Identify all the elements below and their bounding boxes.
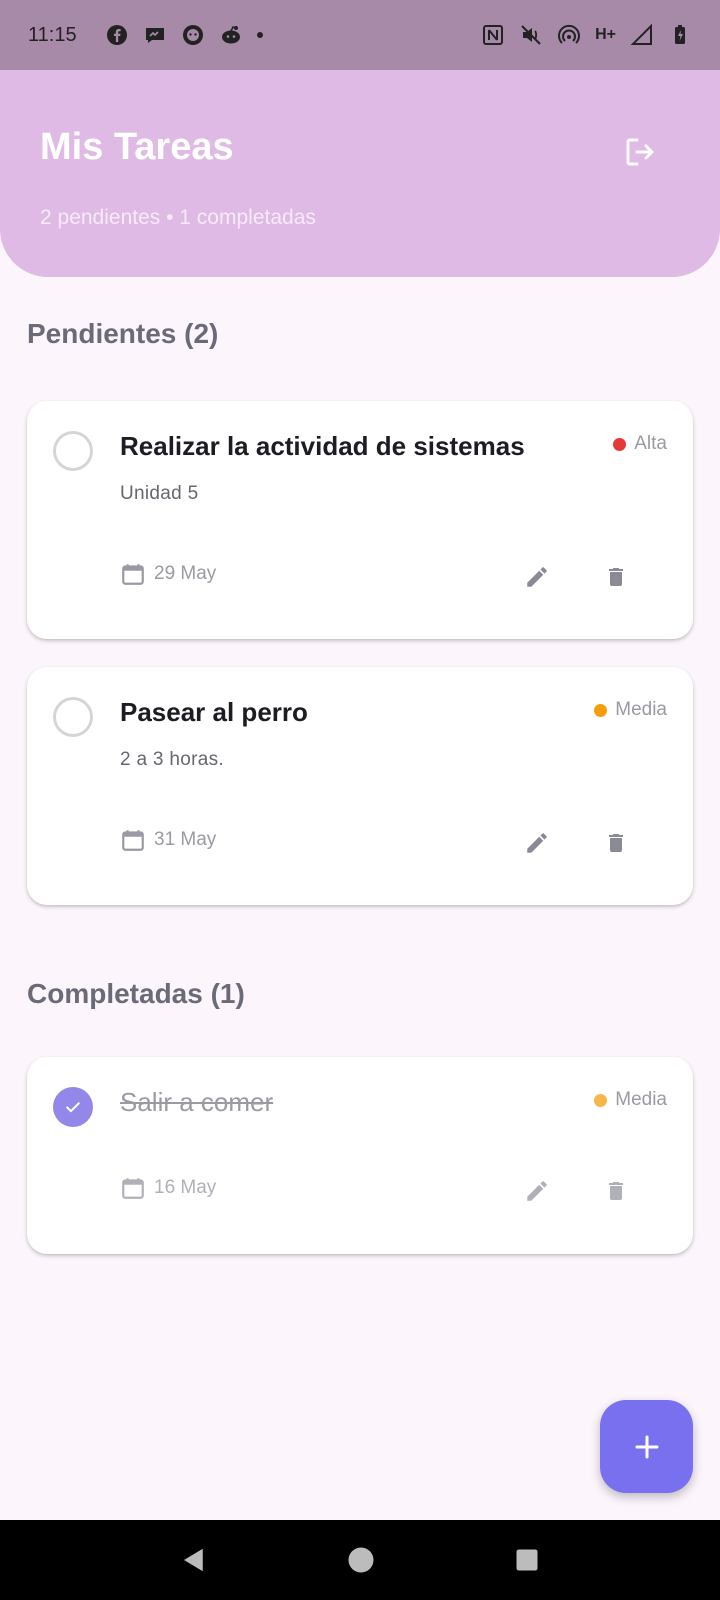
priority-dot — [594, 703, 608, 717]
home-icon[interactable] — [346, 1545, 376, 1575]
pencil-icon — [527, 833, 547, 853]
priority-badge: Media — [594, 1089, 667, 1111]
priority-label: Media — [615, 1089, 667, 1110]
delete-button[interactable] — [596, 1171, 636, 1211]
calendar-icon — [122, 830, 144, 851]
task-date-label: 16 May — [154, 1177, 217, 1198]
task-checkbox[interactable] — [53, 431, 93, 471]
dot-icon — [256, 32, 263, 38]
task-title: Pasear al perro — [120, 697, 308, 727]
system-nav-bar — [0, 1520, 720, 1600]
priority-dot — [594, 1093, 608, 1107]
github-icon — [182, 25, 203, 45]
task-title: Salir a comer — [120, 1087, 274, 1117]
status-time: 11:15 — [28, 23, 77, 46]
task-checkbox[interactable] — [53, 697, 93, 737]
hotspot-icon — [558, 24, 581, 44]
logout-icon — [626, 138, 654, 166]
task-card-completed[interactable]: Salir a comer Media 16 May — [27, 1057, 693, 1254]
priority-badge: Media — [594, 699, 667, 721]
trash-icon — [609, 568, 623, 586]
nfc-icon — [483, 25, 504, 45]
calendar-icon — [122, 1178, 144, 1199]
task-card[interactable]: Realizar la actividad de sistemas Alta U… — [27, 401, 693, 639]
plus-icon — [635, 1435, 658, 1458]
priority-dot — [613, 437, 627, 451]
calendar-icon — [122, 564, 144, 585]
edit-button[interactable] — [517, 1171, 557, 1211]
task-card[interactable]: Pasear al perro Media 2 a 3 horas. 31 Ma… — [27, 667, 693, 905]
pencil-icon — [527, 1181, 547, 1201]
task-date: 31 May — [120, 827, 216, 853]
task-description: 2 a 3 horas. — [120, 749, 224, 770]
status-left: 11:15 — [28, 23, 263, 47]
task-date: 16 May — [120, 1175, 216, 1201]
app-header: Mis Tareas 2 pendientes • 1 completadas — [0, 70, 720, 277]
network-label: H+ — [595, 26, 616, 43]
status-right: H+ — [481, 23, 692, 47]
pencil-icon — [527, 567, 547, 587]
section-title-pending: Pendientes (2) — [27, 318, 219, 349]
priority-label: Alta — [634, 433, 667, 454]
task-title: Realizar la actividad de sistemas — [120, 431, 525, 461]
messenger-icon — [145, 28, 164, 43]
edit-button[interactable] — [517, 823, 557, 863]
page-title: Mis Tareas — [40, 126, 234, 168]
edit-button[interactable] — [517, 557, 557, 597]
priority-label: Media — [615, 699, 667, 720]
task-description: Unidad 5 — [120, 483, 199, 504]
trash-icon — [609, 1182, 623, 1200]
section-title-completed: Completadas (1) — [27, 978, 245, 1009]
logout-button[interactable] — [614, 126, 666, 178]
signal-icon — [630, 23, 652, 45]
delete-button[interactable] — [596, 557, 636, 597]
reddit-icon — [221, 26, 240, 44]
priority-badge: Alta — [613, 433, 667, 455]
delete-button[interactable] — [596, 823, 636, 863]
task-summary: 2 pendientes • 1 completadas — [40, 206, 316, 229]
mute-icon — [521, 25, 541, 45]
back-icon[interactable] — [179, 1545, 209, 1575]
check-icon — [66, 1102, 80, 1113]
add-task-button[interactable] — [600, 1400, 693, 1493]
status-bar: 11:15 H+ — [0, 0, 720, 70]
task-date-label: 29 May — [154, 563, 217, 584]
task-date: 29 May — [120, 561, 216, 587]
task-checkbox-checked[interactable] — [53, 1087, 93, 1127]
facebook-icon — [106, 25, 127, 45]
task-date-label: 31 May — [154, 829, 217, 850]
battery-icon — [675, 25, 685, 44]
trash-icon — [609, 834, 623, 852]
recents-icon[interactable] — [513, 1546, 541, 1574]
